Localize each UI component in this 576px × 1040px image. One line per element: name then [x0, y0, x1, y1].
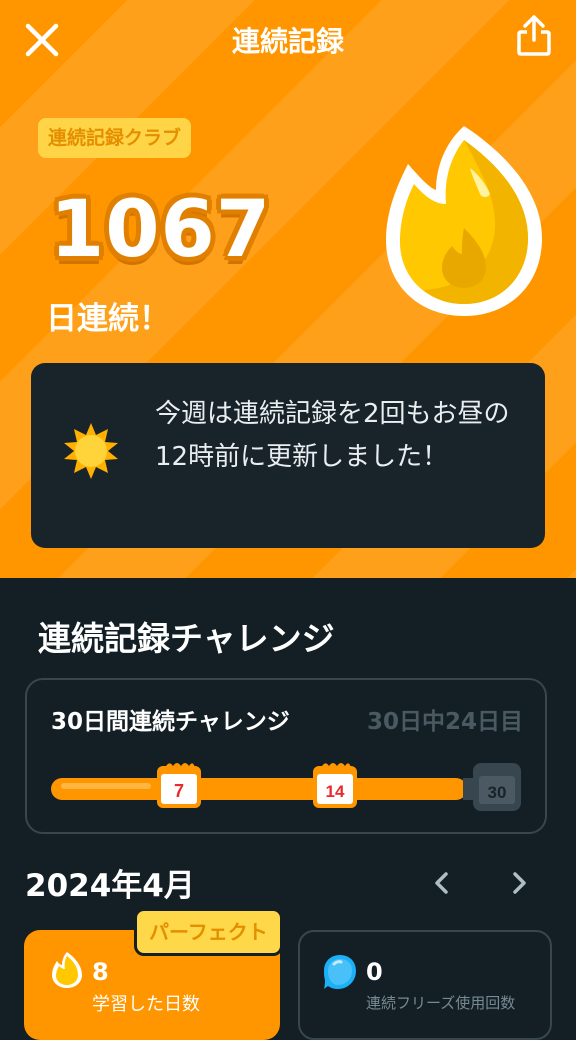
milestone-label: 7 [174, 781, 184, 801]
page-title: 連続記録 [231, 25, 344, 58]
weekly-info-card: 今週は連続記録を2回もお昼の12時前に更新しました！ [31, 363, 545, 548]
streak-freeze-icon [324, 955, 356, 989]
study-days-value: 8 [92, 958, 109, 986]
flame-small-icon [52, 952, 82, 988]
calendar-milestone-14-icon: 14 [313, 763, 357, 808]
freeze-used-value: 0 [366, 958, 383, 986]
calendar-milestone-7-icon: 7 [157, 763, 201, 808]
challenge-title: 30日間連続チャレンジ [51, 709, 290, 735]
streak-club-badge: 連続記録クラブ [38, 118, 192, 158]
study-days-label: 学習した日数 [92, 994, 200, 1015]
calendar-milestone-30-icon: 30 [473, 763, 521, 811]
flame-icon [386, 126, 542, 316]
calendar-month-title: 2024年4月 [25, 868, 195, 904]
streak-header-panel: 連続記録 連続記録クラブ 1067 日連続！ 今週は連続記録を2回もお昼の12時… [0, 0, 576, 578]
challenge-section-title: 連続記録チャレンジ [38, 619, 335, 658]
freeze-used-label: 連続フリーズ使用回数 [366, 994, 516, 1012]
sun-icon [64, 423, 118, 479]
chevron-right-icon[interactable] [505, 868, 533, 898]
perfect-badge: パーフェクト [134, 908, 283, 956]
streak-unit-label: 日連続！ [46, 301, 170, 337]
challenge-progress-text: 30日中24日目 [366, 709, 523, 735]
chevron-left-icon[interactable] [428, 868, 456, 898]
milestone-label: 30 [488, 783, 507, 802]
milestone-label: 14 [326, 782, 345, 801]
streak-challenge-card[interactable]: 30日間連続チャレンジ 30日中24日目 7 14 30 [25, 678, 547, 834]
weekly-info-text: 今週は連続記録を2回もお昼の12時前に更新しました！ [155, 399, 510, 472]
challenge-progress-bar [51, 778, 467, 800]
streak-count: 1067 [50, 185, 272, 275]
share-icon[interactable] [514, 14, 554, 58]
